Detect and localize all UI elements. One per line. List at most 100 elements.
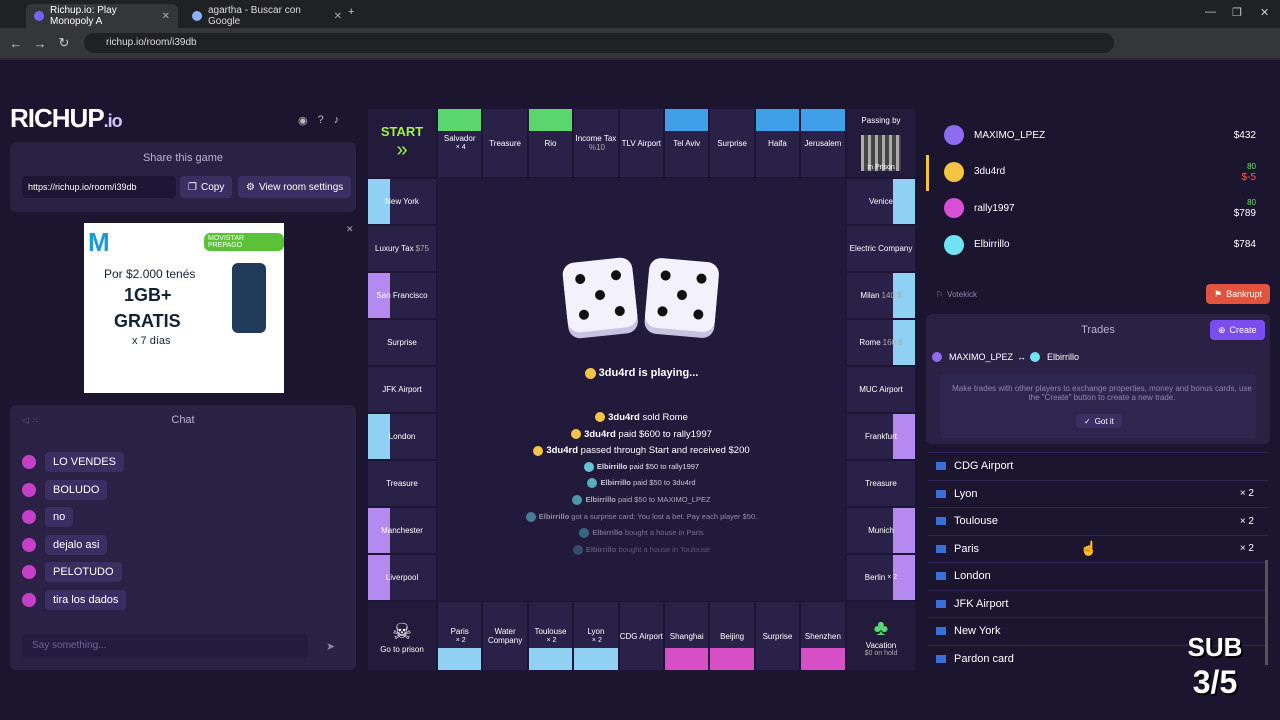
maximize-button[interactable]: ❐ bbox=[1232, 6, 1242, 19]
color-stripe bbox=[528, 109, 573, 131]
house-count: × 2 bbox=[1239, 515, 1254, 527]
board-cell-electric-company[interactable]: Electric Company bbox=[846, 225, 916, 272]
chat-input[interactable]: Say something... bbox=[22, 634, 308, 658]
check-icon: ✓ bbox=[1084, 416, 1091, 426]
dice-1[interactable] bbox=[561, 256, 639, 334]
player-row[interactable]: Elbirrillo $784 bbox=[930, 227, 1270, 263]
board-cell-surprise[interactable]: Surprise bbox=[367, 319, 437, 366]
player-avatar bbox=[22, 592, 36, 607]
color-stripe bbox=[528, 648, 573, 670]
board-cell-paris[interactable]: Paris × 2 bbox=[437, 601, 483, 671]
board-cell-liverpool[interactable]: Liverpool bbox=[367, 554, 437, 601]
property-icon bbox=[936, 627, 946, 635]
log-player: Elbirrillo bbox=[585, 495, 616, 504]
color-stripe bbox=[438, 109, 482, 131]
mute-icon[interactable]: ◁ ⁙ bbox=[22, 415, 39, 426]
board-cell-salvador[interactable]: Salvador × 4 bbox=[437, 108, 483, 178]
player-row[interactable]: MAXIMO_LPEZ $432 bbox=[930, 117, 1270, 153]
got-it-button[interactable]: ✓ Got it bbox=[1076, 414, 1122, 428]
copy-button[interactable]: ❐ Copy bbox=[180, 176, 233, 198]
board-cell-tlv-airport[interactable]: TLV Airport bbox=[618, 108, 664, 178]
board-cell-cdg-airport[interactable]: CDG Airport bbox=[618, 601, 664, 671]
board-cell-toulouse[interactable]: Toulouse × 2 bbox=[527, 601, 574, 671]
player-row[interactable]: rally1997 80 $789 bbox=[930, 190, 1270, 226]
advertisement[interactable]: M MOVISTAR PREPAGO Por $2.000 tenés 1GB+… bbox=[84, 223, 284, 393]
player-row[interactable]: 3du4rd 80 $-5 bbox=[930, 154, 1270, 190]
chat-message: PELOTUDO bbox=[22, 561, 122, 583]
player-avatar bbox=[525, 511, 536, 522]
close-icon[interactable]: ✕ bbox=[334, 11, 342, 22]
board-cell-rio[interactable]: Rio bbox=[527, 108, 574, 178]
board-cell-tel-aviv[interactable]: Tel Aviv bbox=[664, 108, 710, 178]
player-avatar bbox=[944, 125, 964, 145]
cell-label: Surprise bbox=[762, 631, 793, 641]
cell-price: 140 $ bbox=[881, 291, 902, 300]
board-cell-venice[interactable]: Venice bbox=[846, 178, 916, 225]
board-cell-beijing[interactable]: Beijing bbox=[709, 601, 755, 671]
board-cell-shenzhen[interactable]: Shenzhen bbox=[800, 601, 846, 671]
browser-chrome: Richup.io: Play Monopoly A ✕ agartha - Bu… bbox=[0, 0, 1280, 60]
bankrupt-button[interactable]: ⚑ Bankrupt bbox=[1206, 284, 1271, 304]
property-row[interactable]: CDG Airport bbox=[928, 452, 1268, 479]
property-name: Paris bbox=[954, 542, 980, 555]
cell-label: Surprise bbox=[717, 138, 747, 148]
log-player: Elbirrillo bbox=[596, 461, 628, 471]
log-text: sold bbox=[642, 412, 660, 423]
share-url-field[interactable]: https://richup.io/room/i39db bbox=[22, 176, 176, 198]
color-stripe bbox=[438, 648, 482, 670]
minimize-button[interactable]: — bbox=[1205, 6, 1216, 18]
board-cell-lyon[interactable]: Lyon × 2 bbox=[573, 601, 619, 671]
property-row[interactable]: Toulouse × 2 bbox=[928, 507, 1268, 534]
overlay-count: 3/5 bbox=[1192, 664, 1238, 700]
board-cell-jerusalem[interactable]: Jerusalem bbox=[800, 108, 846, 178]
board-cell-berlin[interactable]: Berlin × 2 bbox=[846, 554, 916, 601]
sound-icon[interactable]: ♪ bbox=[334, 114, 340, 127]
tab-richup[interactable]: Richup.io: Play Monopoly A ✕ bbox=[26, 4, 178, 28]
board-cell-treasure[interactable]: Treasure bbox=[482, 108, 528, 178]
new-tab-button[interactable]: + bbox=[348, 6, 354, 18]
game-board: START» Passing by In Prison ☠ Go to prison… bbox=[367, 108, 916, 671]
board-cell-new-york[interactable]: New York bbox=[367, 178, 437, 225]
property-row[interactable]: London bbox=[928, 562, 1268, 589]
active-player-marker bbox=[926, 155, 929, 191]
board-cell-water-company[interactable]: Water Company bbox=[482, 601, 528, 671]
send-icon[interactable]: ➤ bbox=[326, 640, 335, 653]
trade-entry[interactable]: MAXIMO_LPEZ ↔ Elbirrillo bbox=[932, 352, 1079, 362]
reload-icon[interactable]: ↻ bbox=[52, 35, 76, 51]
back-icon[interactable]: ← bbox=[4, 36, 28, 51]
property-row[interactable]: Paris × 2 bbox=[928, 534, 1268, 562]
money-change: 80 bbox=[1247, 161, 1256, 171]
board-cell-surprise[interactable]: Surprise bbox=[754, 601, 801, 671]
color-stripe bbox=[665, 109, 709, 131]
property-row[interactable]: Lyon × 2 bbox=[928, 479, 1268, 507]
create-trade-button[interactable]: ⊕ Create bbox=[1210, 320, 1265, 340]
log-player: Elbirrillo bbox=[600, 478, 631, 488]
board-cell-luxury-tax[interactable]: Luxury Tax $75 bbox=[367, 225, 437, 272]
chat-text: tira los dados bbox=[45, 589, 127, 610]
ad-close-icon[interactable]: ✕ bbox=[346, 224, 354, 235]
board-cell-milan[interactable]: Milan 140 $ bbox=[846, 272, 916, 319]
tab-google[interactable]: agartha - Buscar con Google ✕ bbox=[184, 4, 350, 28]
close-icon[interactable]: ✕ bbox=[162, 11, 170, 22]
dice-2[interactable] bbox=[644, 257, 720, 333]
forward-icon[interactable]: → bbox=[28, 36, 52, 51]
color-stripe bbox=[755, 109, 800, 131]
player-avatar bbox=[22, 482, 36, 497]
board-cell-san-francisco[interactable]: San Francisco bbox=[367, 272, 437, 319]
property-row[interactable]: JFK Airport bbox=[928, 589, 1268, 617]
help-icon[interactable]: ? bbox=[318, 114, 324, 127]
color-stripe bbox=[710, 648, 754, 670]
url-field[interactable]: richup.io/room/i39db bbox=[84, 33, 1114, 53]
votekick-button[interactable]: ⚐ Votekick bbox=[928, 286, 985, 302]
close-window-button[interactable]: ✕ bbox=[1260, 6, 1269, 19]
discord-icon[interactable]: ◉ bbox=[298, 114, 308, 127]
property-name: Toulouse bbox=[954, 515, 999, 527]
board-cell-surprise[interactable]: Surprise bbox=[709, 108, 755, 178]
house-count: × 2 bbox=[546, 637, 557, 644]
board-cell-shanghai[interactable]: Shanghai bbox=[664, 601, 710, 671]
room-settings-button[interactable]: ⚙ View room settings bbox=[238, 176, 352, 198]
log-entry: 3du4rd passed through Start and received… bbox=[367, 445, 916, 456]
board-cell-rome[interactable]: Rome 160 $ bbox=[846, 319, 916, 366]
board-cell-haifa[interactable]: Haifa bbox=[754, 108, 801, 178]
board-cell-income-tax[interactable]: Income Tax %10 bbox=[573, 108, 619, 178]
